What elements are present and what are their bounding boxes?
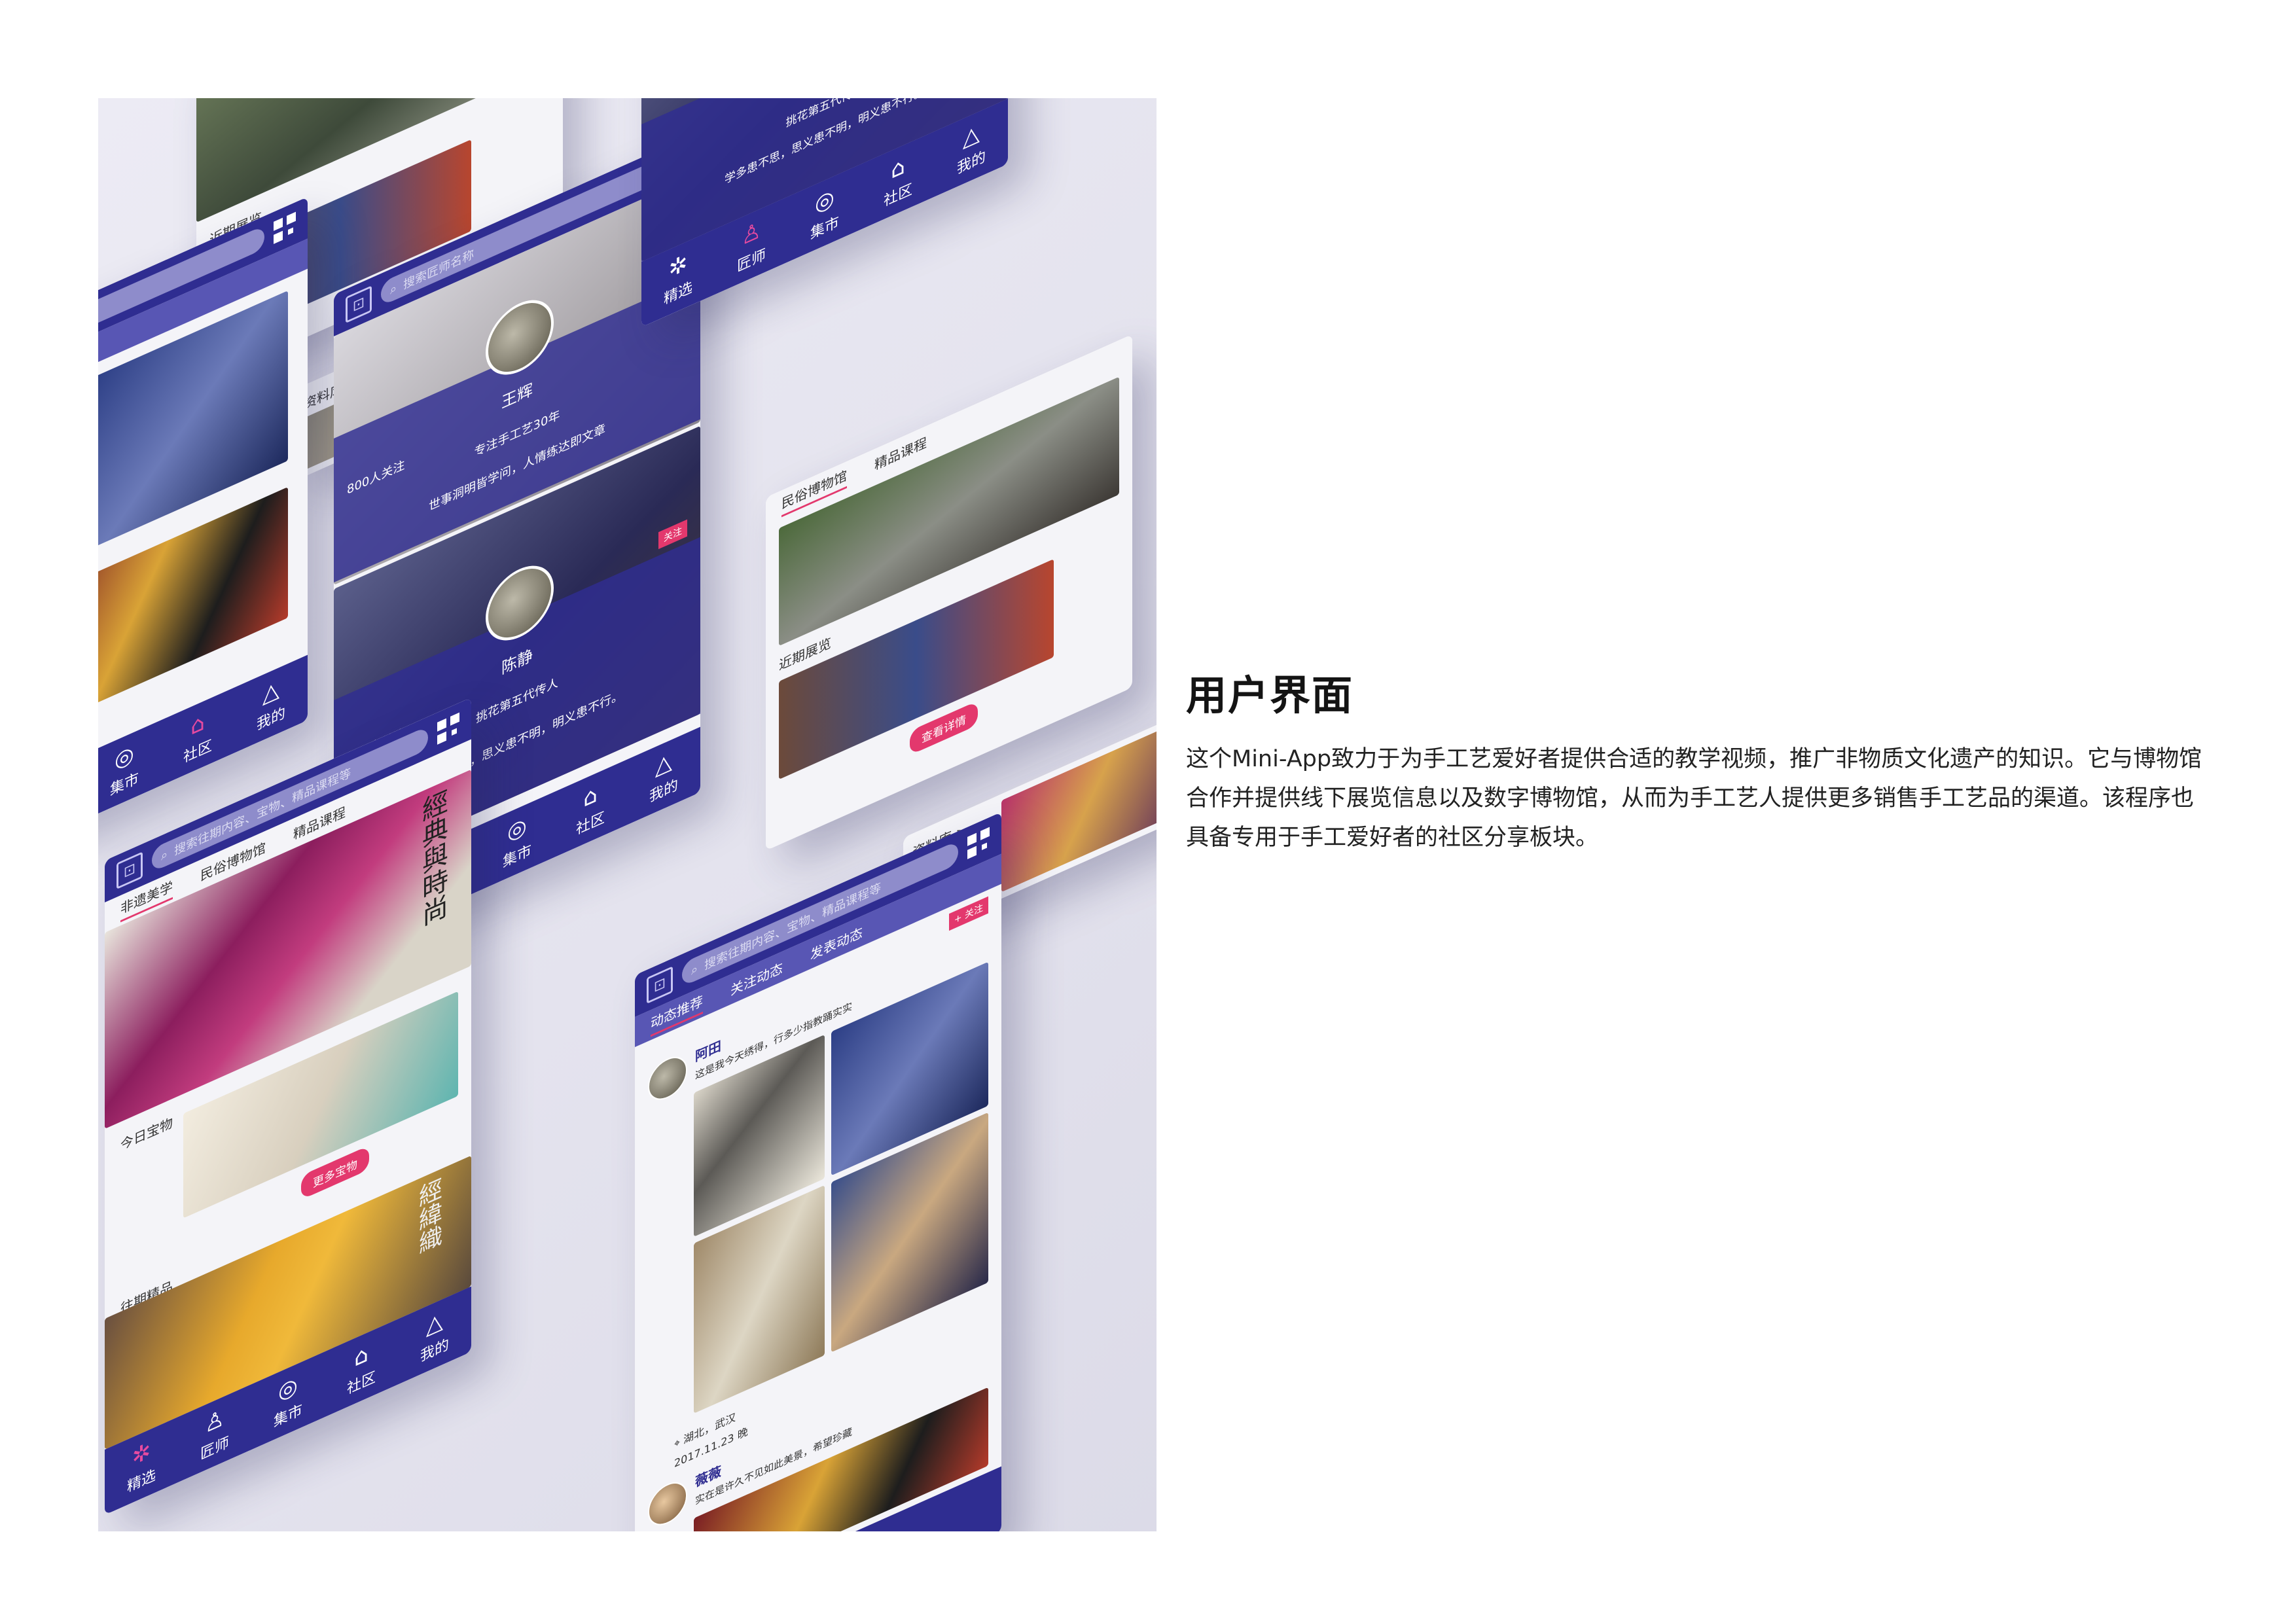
nav-community[interactable]: ⌂ 社区 — [884, 150, 912, 211]
community-screen-left: ⌕ 关注动态 发表动态 ✲精选 ♙匠师 ◎集市 ⌂社区 △我的 — [98, 196, 308, 884]
hat-icon: △ — [262, 675, 280, 709]
community-screen: ⊡ ⌕ 搜索往期内容、宝物、精品课程等 动态推荐 关注动态 发表动态 + 关注 阿… — [635, 812, 1001, 1531]
nav-mine[interactable]: △ 我的 — [257, 673, 285, 735]
pavilion-icon: ⌂ — [354, 1340, 368, 1373]
masters-screen-top: 陈静 挑花第五代传人 学多患不思，思义患不明，明义患不行。 ✲精选 ♙匠师 ◎集… — [641, 98, 1008, 327]
app-logo: ⊡ — [647, 966, 673, 1004]
location-pin-icon: ⌖ — [674, 1434, 684, 1451]
qr-code-icon[interactable] — [437, 712, 459, 745]
nav-masters[interactable]: ♙匠师 — [200, 1402, 229, 1464]
qr-code-icon[interactable] — [274, 211, 296, 244]
home-screen: ⊡ ⌕ 搜索往期内容、宝物、精品课程等 非遗美学 民俗博物馆 精品课程 經典與時尚… — [105, 697, 471, 1515]
nav-featured[interactable]: ✲精选 — [127, 1435, 156, 1497]
description-text: 这个Mini-App致力于为手工艺爱好者提供合适的教学视频，推广非物质文化遗产的… — [1186, 746, 2202, 851]
qr-code-icon[interactable] — [967, 827, 990, 859]
library-photo — [1001, 724, 1157, 893]
app-logo: ⊡ — [346, 285, 372, 323]
hat-icon: △ — [962, 118, 980, 153]
description-panel: 用户界面 这个Mini-App致力于为手工艺爱好者提供合适的教学视频，推广非物质… — [1186, 662, 2214, 857]
pavilion-icon: ⌂ — [891, 152, 905, 185]
search-icon: ⌕ — [691, 961, 698, 978]
nav-community[interactable]: ⌂ 社区 — [347, 1338, 376, 1399]
calligraphy-text-2: 經緯織 — [415, 1175, 442, 1258]
nav-mine[interactable]: △ 我的 — [649, 745, 678, 807]
app-logo: ⊡ — [117, 851, 143, 889]
nav-community[interactable]: ⌂ 社区 — [183, 706, 212, 768]
search-icon: ⌕ — [390, 280, 397, 298]
section-title: 用户界面 — [1186, 671, 1354, 719]
nav-mine[interactable]: △ 我的 — [420, 1305, 449, 1366]
app-mockup-composition: 近期展览 查看详情 资料库 > ⌕ 关注动态 发表动态 ✲精选 ♙匠师 ◎集市 … — [98, 98, 1157, 1531]
post1-avatar — [648, 1050, 687, 1107]
calligraphy-text: 經典與時尚 — [418, 786, 448, 931]
nav-market[interactable]: ◎ 集市 — [274, 1370, 302, 1432]
nav-masters[interactable]: ♙匠师 — [737, 215, 766, 276]
pavilion-icon: ⌂ — [583, 780, 598, 813]
post2-avatar — [648, 1475, 687, 1531]
nav-market[interactable]: ◎ 集市 — [810, 183, 839, 244]
hat-icon: △ — [655, 747, 673, 781]
nav-community[interactable]: ⌂ 社区 — [576, 778, 605, 840]
search-icon: ⌕ — [161, 846, 168, 864]
nav-featured[interactable]: ✲精选 — [664, 247, 692, 309]
nav-market[interactable]: ◎ 集市 — [110, 739, 139, 800]
nav-market[interactable]: ◎ 集市 — [503, 811, 531, 872]
pavilion-icon: ⌂ — [190, 708, 205, 741]
hat-icon: △ — [425, 1306, 444, 1341]
nav-mine[interactable]: △ 我的 — [957, 117, 986, 179]
